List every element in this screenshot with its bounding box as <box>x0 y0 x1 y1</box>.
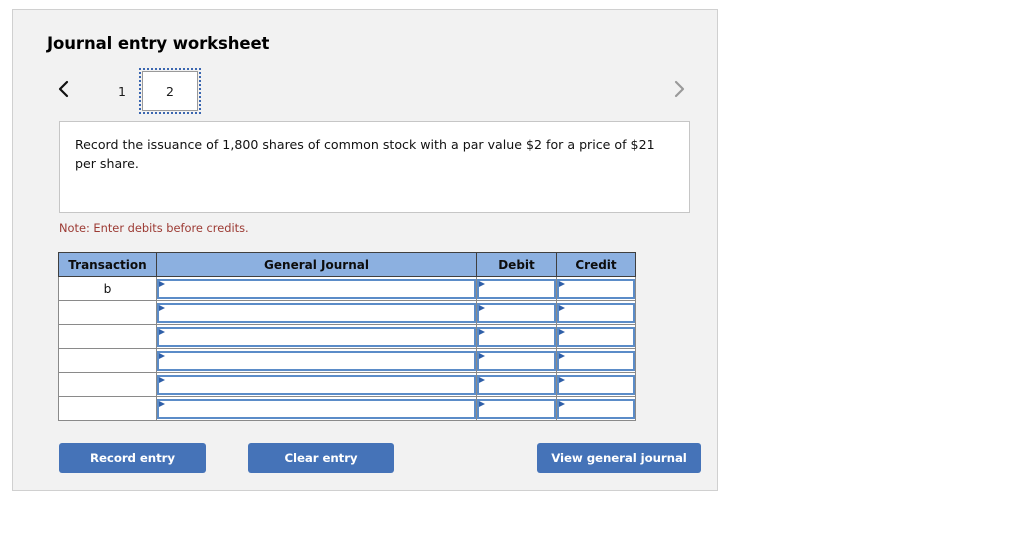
table-row <box>58 372 636 397</box>
general-journal-input[interactable] <box>157 350 476 371</box>
debit-input-cell <box>476 372 557 397</box>
column-header-transaction: Transaction <box>58 252 157 277</box>
credit-input-cell <box>556 324 636 349</box>
worksheet-tab-1-label: 1 <box>118 83 126 99</box>
credit-input[interactable] <box>557 350 635 371</box>
debit-input[interactable] <box>477 278 556 299</box>
credit-input-cell <box>556 396 636 421</box>
debit-input-cell <box>476 324 557 349</box>
worksheet-tab-2[interactable]: 2 <box>139 68 201 114</box>
general-journal-input[interactable] <box>157 278 476 299</box>
chevron-right-icon[interactable] <box>668 75 690 103</box>
transaction-cell <box>58 348 157 373</box>
debit-input-cell <box>476 396 557 421</box>
general-journal-input[interactable] <box>157 374 476 395</box>
record-entry-button[interactable]: Record entry <box>59 443 206 473</box>
credit-input-cell <box>556 276 636 301</box>
debit-input[interactable] <box>477 374 556 395</box>
table-row <box>58 396 636 421</box>
debit-input[interactable] <box>477 326 556 347</box>
debits-before-credits-note: Note: Enter debits before credits. <box>59 221 249 235</box>
instruction-text: Record the issuance of 1,800 shares of c… <box>75 137 655 171</box>
journal-entry-table: Transaction General Journal Debit Credit… <box>58 252 636 421</box>
chevron-left-icon[interactable] <box>53 75 75 103</box>
credit-input[interactable] <box>557 278 635 299</box>
transaction-cell <box>58 372 157 397</box>
transaction-cell <box>58 396 157 421</box>
credit-input-cell <box>556 300 636 325</box>
transaction-cell <box>58 324 157 349</box>
credit-input[interactable] <box>557 374 635 395</box>
debit-input-cell <box>476 348 557 373</box>
debit-input[interactable] <box>477 302 556 323</box>
general-journal-input[interactable] <box>157 326 476 347</box>
transaction-cell <box>58 300 157 325</box>
credit-input[interactable] <box>557 302 635 323</box>
journal-table-body: b <box>58 276 636 421</box>
debit-input[interactable] <box>477 398 556 419</box>
debit-input-cell <box>476 300 557 325</box>
general-journal-input-cell <box>156 276 477 301</box>
credit-input-cell <box>556 372 636 397</box>
page-title: Journal entry worksheet <box>47 34 270 53</box>
general-journal-input-cell <box>156 324 477 349</box>
view-general-journal-button[interactable]: View general journal <box>537 443 701 473</box>
column-header-credit: Credit <box>556 252 636 277</box>
table-header-row: Transaction General Journal Debit Credit <box>58 252 636 277</box>
table-row <box>58 300 636 325</box>
table-row <box>58 324 636 349</box>
credit-input[interactable] <box>557 398 635 419</box>
column-header-general-journal: General Journal <box>156 252 477 277</box>
worksheet-pager: 1 2 <box>47 67 697 114</box>
credit-input[interactable] <box>557 326 635 347</box>
column-header-debit: Debit <box>476 252 557 277</box>
table-row: b <box>58 276 636 301</box>
clear-entry-button[interactable]: Clear entry <box>248 443 394 473</box>
general-journal-input-cell <box>156 372 477 397</box>
journal-entry-worksheet-panel: Journal entry worksheet 1 2 Record the i… <box>12 9 718 491</box>
instruction-box: Record the issuance of 1,800 shares of c… <box>59 121 690 213</box>
worksheet-tab-2-label: 2 <box>166 83 174 99</box>
general-journal-input[interactable] <box>157 398 476 419</box>
general-journal-input-cell <box>156 348 477 373</box>
table-row <box>58 348 636 373</box>
credit-input-cell <box>556 348 636 373</box>
transaction-cell: b <box>58 276 157 301</box>
general-journal-input-cell <box>156 300 477 325</box>
worksheet-tab-1[interactable]: 1 <box>105 73 139 109</box>
general-journal-input[interactable] <box>157 302 476 323</box>
general-journal-input-cell <box>156 396 477 421</box>
debit-input[interactable] <box>477 350 556 371</box>
debit-input-cell <box>476 276 557 301</box>
